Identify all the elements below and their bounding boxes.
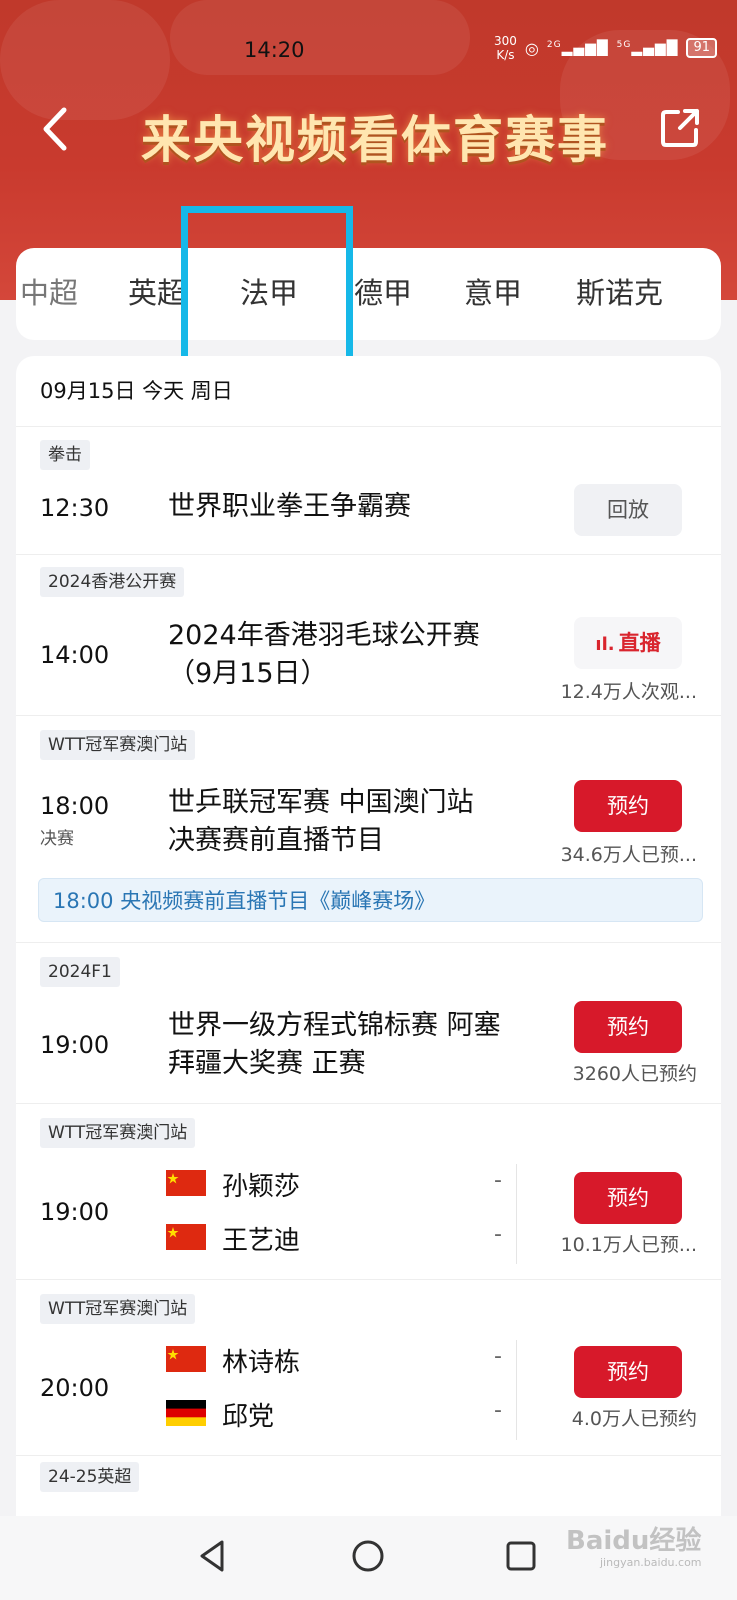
status-icons: 300 K/s ◎ 2G▂▄▆█ 5G▂▄▆█ 91: [494, 34, 717, 62]
event-name: 世界职业拳王争霸赛: [168, 491, 411, 522]
category-tag: WTT冠军赛澳门站: [40, 1294, 196, 1324]
player-score: -: [494, 1222, 502, 1247]
live-button-label: 直播: [618, 631, 661, 655]
category-tag: WTT冠军赛澳门站: [40, 730, 196, 760]
live-bars-icon: ıl.: [595, 634, 615, 655]
home-circle-icon[interactable]: [350, 1538, 386, 1574]
player-score: -: [494, 1344, 502, 1369]
tab-serie-a[interactable]: 意甲: [464, 270, 522, 312]
reservation-count: 34.6万人已预...: [560, 844, 697, 866]
category-tag: WTT冠军赛澳门站: [40, 1118, 196, 1148]
viewer-count: 12.4万人次观...: [560, 681, 697, 703]
divider: [516, 1340, 517, 1440]
back-arrow-icon[interactable]: [38, 104, 78, 154]
net-speed-unit: K/s: [496, 48, 515, 62]
event-time: 20:00: [40, 1374, 110, 1402]
player-score: -: [494, 1398, 502, 1423]
schedule-list: 09月15日 今天 周日 拳击 12:30 世界职业拳王争霸赛 回放 2024香…: [16, 356, 721, 1516]
event-name: 世乒联冠军赛 中国澳门站: [168, 787, 474, 818]
reservation-count: 10.1万人已预...: [560, 1234, 697, 1256]
tab-premier-league[interactable]: 英超: [128, 270, 186, 312]
pre-show-notice[interactable]: 18:00 央视频赛前直播节目《巅峰赛场》: [38, 878, 703, 922]
top-nav: 来央视频看体育赛事: [0, 100, 737, 180]
reserve-button[interactable]: 预约: [574, 1172, 682, 1224]
category-tag: 拳击: [40, 440, 90, 470]
event-time: 18:00: [40, 792, 110, 820]
date-header: 09月15日 今天 周日: [16, 356, 721, 427]
event-time: 19:00: [40, 1198, 110, 1226]
signal-label-1: 2G: [546, 39, 562, 50]
player-name: 邱党: [222, 1402, 275, 1432]
share-icon[interactable]: [658, 106, 702, 150]
event-name-line2: （9月15日）: [168, 658, 328, 689]
player-score: -: [494, 1168, 502, 1193]
tab-bundesliga[interactable]: 德甲: [354, 270, 412, 312]
event-name: 2024年香港羽毛球公开赛: [168, 620, 480, 651]
player-name: 林诗栋: [222, 1348, 301, 1378]
list-item[interactable]: 2024香港公开赛 14:00 2024年香港羽毛球公开赛 （9月15日） ıl…: [16, 555, 721, 716]
list-item[interactable]: 2024F1 19:00 世界一级方程式锦标赛 阿塞 拜疆大奖赛 正赛 预约 3…: [16, 943, 721, 1104]
signal-icon: 2G▂▄▆█: [546, 39, 609, 57]
event-time: 19:00: [40, 1031, 110, 1059]
player-name: 孙颖莎: [222, 1172, 301, 1202]
tab-snooker[interactable]: 斯诺克: [576, 270, 663, 312]
live-button[interactable]: ıl. 直播: [574, 617, 682, 669]
china-flag-icon: [166, 1346, 206, 1372]
reservation-count: 4.0万人已预约: [571, 1408, 697, 1430]
list-item[interactable]: 拳击 12:30 世界职业拳王争霸赛 回放: [16, 426, 721, 555]
reservation-count: 3260人已预约: [572, 1063, 697, 1085]
china-flag-icon: [166, 1224, 206, 1250]
signal-label-2: 5G: [616, 39, 632, 50]
battery-icon: 91: [686, 38, 717, 58]
event-name-line2: 拜疆大奖赛 正赛: [168, 1048, 366, 1079]
event-stage: 决赛: [40, 829, 74, 849]
net-speed-value: 300: [494, 34, 517, 48]
list-item[interactable]: WTT冠军赛澳门站 18:00 决赛 世乒联冠军赛 中国澳门站 决赛赛前直播节目…: [16, 716, 721, 943]
list-item[interactable]: 24-25英超: [16, 1456, 721, 1516]
back-triangle-icon[interactable]: [196, 1538, 228, 1574]
hotspot-icon: ◎: [524, 38, 539, 58]
category-tag: 2024F1: [40, 957, 120, 987]
event-name: 世界一级方程式锦标赛 阿塞: [168, 1010, 501, 1041]
event-name-line2: 决赛赛前直播节目: [168, 825, 384, 856]
category-tag: 2024香港公开赛: [40, 567, 185, 597]
tab-csl[interactable]: 中超: [20, 270, 78, 312]
divider: [516, 1164, 517, 1264]
league-tabs: 中超 英超 法甲 德甲 意甲 斯诺克: [16, 248, 721, 340]
player-name: 王艺迪: [222, 1226, 301, 1256]
annotation-highlight-box: [181, 206, 353, 366]
event-time: 12:30: [40, 494, 110, 522]
clock: 14:20: [244, 38, 305, 62]
baidu-watermark: Baidu经验: [566, 1526, 702, 1556]
network-speed: 300 K/s: [494, 34, 517, 62]
list-item[interactable]: WTT冠军赛澳门站 20:00 林诗栋 - 邱党 - 预约 4.0万人已预约: [16, 1280, 721, 1456]
reserve-button[interactable]: 预约: [574, 1001, 682, 1053]
list-item[interactable]: WTT冠军赛澳门站 19:00 孙颖莎 - 王艺迪 - 预约 10.1万人已预.…: [16, 1104, 721, 1280]
reserve-button[interactable]: 预约: [574, 780, 682, 832]
baidu-watermark-url: jingyan.baidu.com: [600, 1556, 702, 1569]
status-bar: 14:20 300 K/s ◎ 2G▂▄▆█ 5G▂▄▆█ 91: [0, 28, 737, 68]
replay-button[interactable]: 回放: [574, 484, 682, 536]
event-time: 14:00: [40, 641, 110, 669]
reserve-button[interactable]: 预约: [574, 1346, 682, 1398]
germany-flag-icon: [166, 1400, 206, 1426]
recents-square-icon[interactable]: [504, 1538, 538, 1574]
signal-icon: 5G▂▄▆█: [616, 39, 679, 57]
category-tag: 24-25英超: [40, 1462, 140, 1492]
china-flag-icon: [166, 1170, 206, 1196]
page-title: 来央视频看体育赛事: [141, 110, 609, 169]
